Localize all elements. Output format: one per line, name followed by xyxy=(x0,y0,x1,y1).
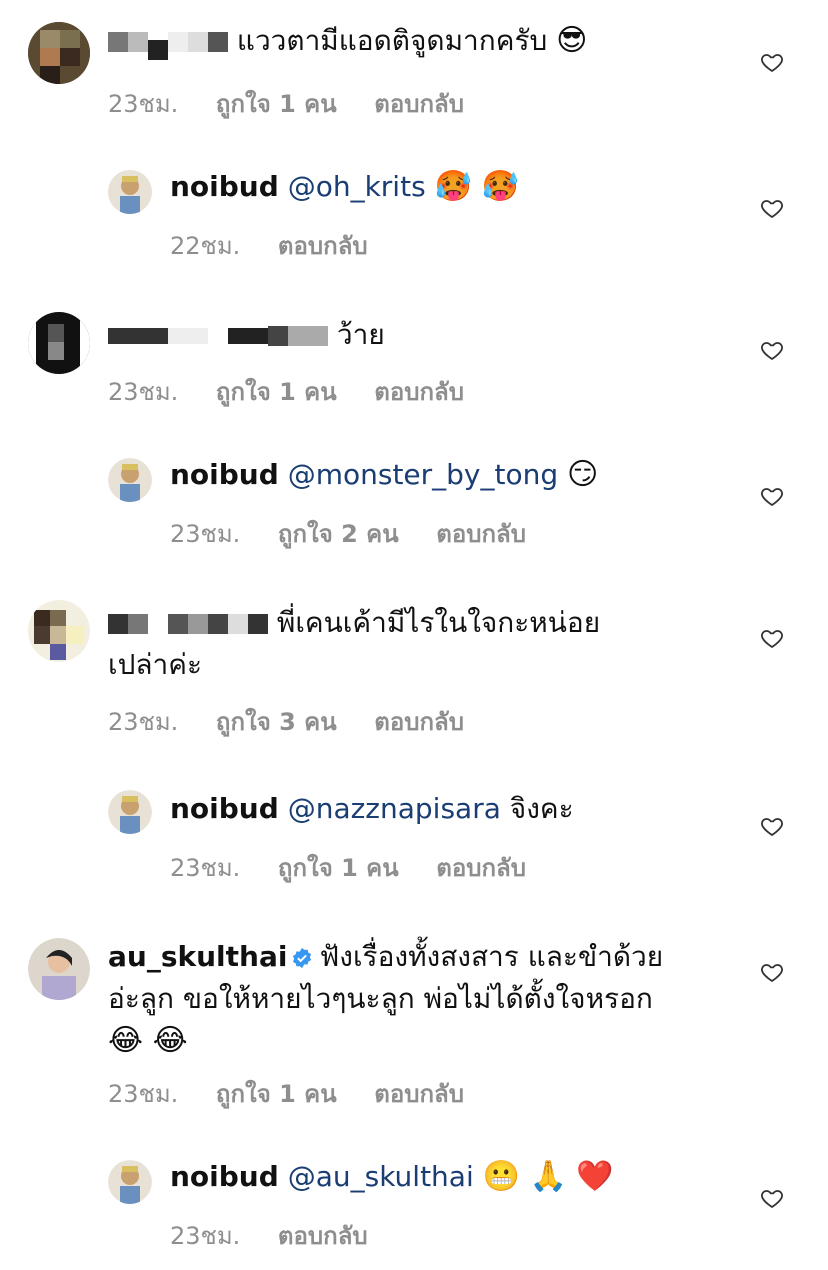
mention-link[interactable]: @au_skulthai xyxy=(288,1160,474,1193)
username[interactable]: au_skulthai xyxy=(108,940,287,973)
comment-meta: 23ชม. ถูกใจ 1 คน ตอบกลับ xyxy=(108,1074,494,1113)
timestamp: 23ชม. xyxy=(108,378,179,406)
reply-button[interactable]: ตอบกลับ xyxy=(436,854,526,882)
avatar[interactable] xyxy=(108,170,152,214)
reply-body: noibud @oh_krits 🥵 🥵 xyxy=(170,166,519,208)
heart-outline-icon[interactable] xyxy=(760,814,784,838)
comment-text-line2: อ่ะลูก ขอให้หายไวๆนะลูก พ่อไม่ได้ตั้งใจห… xyxy=(108,982,653,1015)
avatar[interactable] xyxy=(28,938,90,1000)
comment-meta: 23ชม. ถูกใจ 1 คน ตอบกลับ xyxy=(108,372,494,411)
comment-meta: 23ชม. ถูกใจ 1 คน ตอบกลับ xyxy=(108,84,494,123)
reply-meta: 23ชม. ถูกใจ 1 คน ตอบกลับ xyxy=(170,848,556,887)
verified-badge-icon xyxy=(293,947,312,969)
comment-text: พี่เคนเค้ามีไรในใจกะหน่อย xyxy=(276,606,601,639)
heart-outline-icon[interactable] xyxy=(760,960,784,984)
timestamp: 23ชม. xyxy=(108,708,179,736)
laughing-emoji: 😂 😂 xyxy=(108,1023,188,1058)
masked-username[interactable] xyxy=(108,318,337,351)
username[interactable]: noibud xyxy=(170,792,279,825)
comment-body: แววตามีแอดติจูดมากครับ 😎 xyxy=(108,20,587,62)
reply-meta: 23ชม. ถูกใจ 2 คน ตอบกลับ xyxy=(170,514,556,553)
heart-outline-icon[interactable] xyxy=(760,626,784,650)
smirk-emoji: 😏 xyxy=(567,457,599,492)
avatar[interactable] xyxy=(108,458,152,502)
mention-link[interactable]: @oh_krits xyxy=(288,170,426,203)
heart-outline-icon[interactable] xyxy=(760,484,784,508)
likes-count[interactable]: ถูกใจ 2 คน xyxy=(278,520,399,548)
heart-outline-icon[interactable] xyxy=(760,50,784,74)
avatar[interactable] xyxy=(108,790,152,834)
reply-button[interactable]: ตอบกลับ xyxy=(374,708,464,736)
mention-link[interactable]: @nazznapisara xyxy=(288,792,501,825)
reply-button[interactable]: ตอบกลับ xyxy=(278,1222,368,1250)
username[interactable]: noibud xyxy=(170,458,279,491)
reply-button[interactable]: ตอบกลับ xyxy=(436,520,526,548)
reply-button[interactable]: ตอบกลับ xyxy=(374,378,464,406)
reply-button[interactable]: ตอบกลับ xyxy=(374,1080,464,1108)
avatar[interactable] xyxy=(28,22,90,84)
reply-meta: 22ชม. ตอบกลับ xyxy=(170,226,398,265)
masked-username[interactable] xyxy=(108,24,237,60)
likes-count[interactable]: ถูกใจ 1 คน xyxy=(216,90,337,118)
comment-body: ว้าย xyxy=(108,314,385,356)
comment-text: ฟังเรื่องทั้งสงสาร และขำด้วย xyxy=(319,940,664,973)
likes-count[interactable]: ถูกใจ 1 คน xyxy=(216,1080,337,1108)
timestamp: 23ชม. xyxy=(108,1080,179,1108)
reply-text: จิงคะ xyxy=(509,792,574,825)
heart-outline-icon[interactable] xyxy=(760,338,784,362)
likes-count[interactable]: ถูกใจ 3 คน xyxy=(216,708,337,736)
reply-body: noibud @monster_by_tong 😏 xyxy=(170,454,598,496)
masked-username[interactable] xyxy=(108,606,277,639)
sunglasses-emoji: 😎 xyxy=(556,23,588,58)
grimace-pray-heart-emoji: 😬 🙏 ❤️ xyxy=(482,1159,614,1194)
reply-body: noibud @nazznapisara จิงคะ xyxy=(170,788,574,830)
reply-button[interactable]: ตอบกลับ xyxy=(374,90,464,118)
reply-meta: 23ชม. ตอบกลับ xyxy=(170,1216,398,1255)
comment-body: au_skulthai ฟังเรื่องทั้งสงสาร และขำด้วย … xyxy=(108,936,728,1062)
likes-count[interactable]: ถูกใจ 1 คน xyxy=(278,854,399,882)
likes-count[interactable]: ถูกใจ 1 คน xyxy=(216,378,337,406)
reply-body: noibud @au_skulthai 😬 🙏 ❤️ xyxy=(170,1156,614,1198)
avatar[interactable] xyxy=(28,312,90,374)
username[interactable]: noibud xyxy=(170,170,279,203)
avatar[interactable] xyxy=(28,600,90,662)
timestamp: 23ชม. xyxy=(170,854,241,882)
username[interactable]: noibud xyxy=(170,1160,279,1193)
comment-text: แววตามีแอดติจูดมากครับ xyxy=(236,24,548,57)
timestamp: 23ชม. xyxy=(108,90,179,118)
hot-face-emoji: 🥵 🥵 xyxy=(434,169,519,204)
comment-body: พี่เคนเค้ามีไรในใจกะหน่อย เปล่าค่ะ xyxy=(108,602,708,686)
heart-outline-icon[interactable] xyxy=(760,196,784,220)
comment-text-line2: เปล่าค่ะ xyxy=(108,648,202,681)
comment-text: ว้าย xyxy=(336,318,385,351)
mention-link[interactable]: @monster_by_tong xyxy=(288,458,558,491)
timestamp: 22ชม. xyxy=(170,232,241,260)
heart-outline-icon[interactable] xyxy=(760,1186,784,1210)
timestamp: 23ชม. xyxy=(170,1222,241,1250)
timestamp: 23ชม. xyxy=(170,520,241,548)
avatar[interactable] xyxy=(108,1160,152,1204)
reply-button[interactable]: ตอบกลับ xyxy=(278,232,368,260)
comment-meta: 23ชม. ถูกใจ 3 คน ตอบกลับ xyxy=(108,702,494,741)
